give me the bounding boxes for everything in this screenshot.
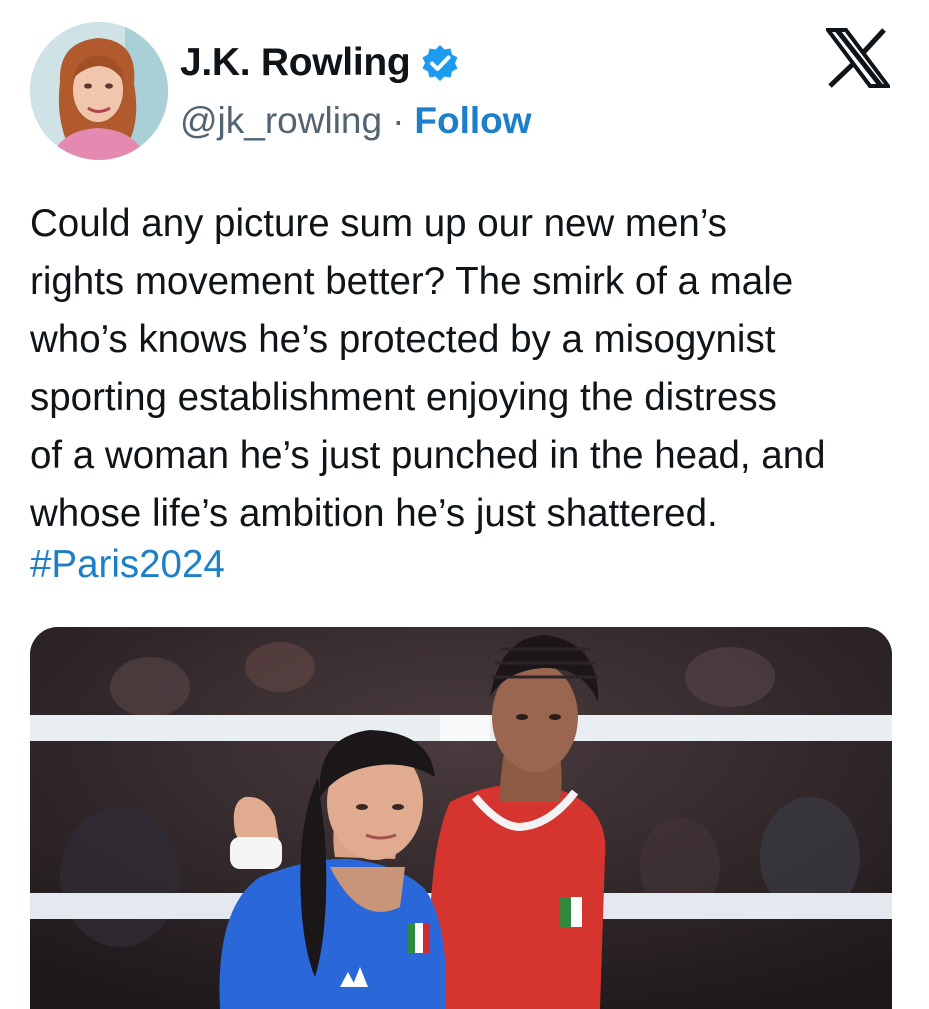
- tweet-text-line: sporting establishment enjoying the dist…: [30, 376, 777, 419]
- x-logo-icon[interactable]: [824, 28, 892, 88]
- author-handle[interactable]: @jk_rowling: [180, 100, 382, 142]
- tweet-text-line: Could any picture sum up our new men’s: [30, 202, 727, 245]
- display-name-row: J.K. Rowling: [180, 38, 460, 88]
- tweet-media-photo[interactable]: [30, 627, 892, 1009]
- tweet-text-line: of a woman he’s just punched in the head…: [30, 434, 826, 477]
- follow-button[interactable]: Follow: [414, 100, 531, 142]
- tweet-text: Could any picture sum up our new men’s r…: [30, 195, 910, 543]
- handle-row: @jk_rowling · Follow: [180, 96, 532, 146]
- separator-dot: ·: [392, 100, 405, 141]
- tweet-card: J.K. Rowling @jk_rowling · Follow Could …: [0, 0, 929, 1009]
- avatar-image: [30, 22, 168, 160]
- verified-badge-icon: [420, 43, 460, 83]
- hashtag-link[interactable]: #Paris2024: [30, 536, 225, 594]
- tweet-text-line: who’s knows he’s protected by a misogyni…: [30, 318, 776, 361]
- boxing-photo: [30, 627, 892, 1009]
- tweet-text-line: rights movement better? The smirk of a m…: [30, 260, 794, 303]
- tweet-text-line: whose life’s ambition he’s just shattere…: [30, 492, 718, 535]
- author-avatar[interactable]: [30, 22, 168, 160]
- display-name[interactable]: J.K. Rowling: [180, 41, 411, 85]
